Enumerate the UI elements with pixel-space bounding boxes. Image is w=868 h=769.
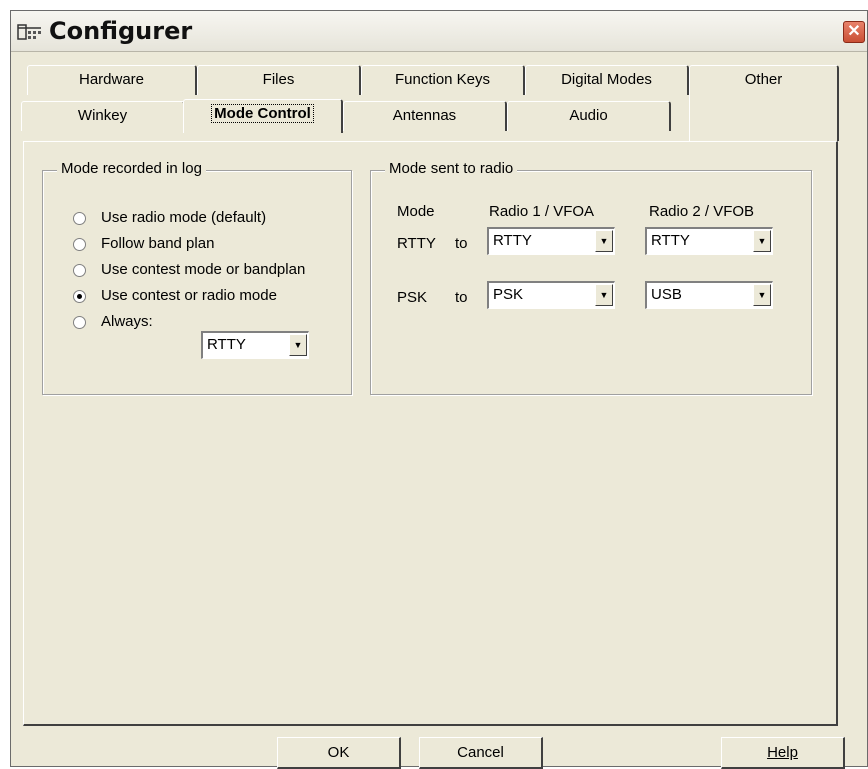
- radio-button[interactable]: [73, 290, 86, 303]
- column-header-radio2: Radio 2 / VFOB: [649, 203, 755, 220]
- tab-mode-control[interactable]: Mode Control: [183, 99, 343, 133]
- chevron-down-icon[interactable]: ▼: [595, 230, 613, 252]
- row-label-rtty: RTTY: [397, 235, 436, 252]
- group-label: Mode recorded in log: [57, 160, 206, 177]
- mode-control-panel: Mode recorded in log Use radio mode (def…: [23, 141, 838, 726]
- tab-function-keys[interactable]: Function Keys: [361, 65, 525, 95]
- tab-audio[interactable]: Audio: [507, 101, 671, 131]
- rtty-radio1-select[interactable]: RTTY ▼: [487, 227, 615, 255]
- select-value: PSK: [493, 286, 524, 303]
- mode-radio-group: Mode sent to radio Mode Radio 1 / VFOA R…: [370, 160, 812, 395]
- tab-files[interactable]: Files: [197, 65, 361, 95]
- tab-digital-modes[interactable]: Digital Modes: [525, 65, 689, 95]
- tab-antennas[interactable]: Antennas: [343, 101, 507, 131]
- row-to-label: to: [455, 289, 468, 306]
- help-button[interactable]: Help: [721, 737, 845, 769]
- button-label: OK: [327, 744, 350, 761]
- tab-label: Digital Modes: [561, 71, 652, 88]
- row-to-label: to: [455, 235, 468, 252]
- close-icon: ✕: [847, 23, 861, 40]
- chevron-down-icon[interactable]: ▼: [289, 334, 307, 356]
- select-value: RTTY: [493, 232, 532, 249]
- select-value: USB: [651, 286, 682, 303]
- tab-label: Other: [744, 71, 783, 88]
- always-mode-select[interactable]: RTTY ▼: [201, 331, 309, 359]
- chevron-down-icon[interactable]: ▼: [753, 230, 771, 252]
- radio-button[interactable]: [73, 264, 86, 277]
- title-bar: Configurer ✕: [11, 11, 867, 52]
- psk-radio1-select[interactable]: PSK ▼: [487, 281, 615, 309]
- radio-label: Use contest mode or bandplan: [101, 261, 306, 278]
- configurer-window: Configurer ✕ Hardware Files Function Key…: [10, 10, 868, 769]
- tab-winkey[interactable]: Winkey: [21, 101, 185, 131]
- tab-label: Audio: [569, 107, 608, 124]
- tab-label: Hardware: [78, 71, 145, 88]
- psk-radio2-select[interactable]: USB ▼: [645, 281, 773, 309]
- button-label: Help: [767, 744, 798, 761]
- column-header-mode: Mode: [397, 203, 435, 220]
- radio-label: Follow band plan: [101, 235, 215, 252]
- select-value: RTTY: [651, 232, 690, 249]
- window-title: Configurer: [49, 17, 193, 45]
- radio-button[interactable]: [73, 212, 86, 225]
- tab-other[interactable]: Other: [689, 65, 839, 141]
- mode-log-group: Mode recorded in log Use radio mode (def…: [42, 160, 352, 395]
- radio-button[interactable]: [73, 316, 86, 329]
- tab-label: Winkey: [77, 107, 128, 124]
- group-label: Mode sent to radio: [385, 160, 518, 177]
- select-value: RTTY: [207, 336, 246, 353]
- tab-label: Mode Control: [211, 104, 314, 123]
- radio-label: Always:: [101, 313, 153, 330]
- button-label: Cancel: [457, 744, 504, 761]
- tab-label: Function Keys: [394, 71, 491, 88]
- radio-button[interactable]: [73, 238, 86, 251]
- tab-hardware[interactable]: Hardware: [27, 65, 197, 95]
- chevron-down-icon[interactable]: ▼: [753, 284, 771, 306]
- close-button[interactable]: ✕: [843, 21, 865, 43]
- column-header-radio1: Radio 1 / VFOA: [489, 203, 595, 220]
- tab-label: Antennas: [392, 107, 457, 124]
- configurer-app-icon: [17, 24, 41, 40]
- ok-button[interactable]: OK: [277, 737, 401, 769]
- radio-label: Use radio mode (default): [101, 209, 267, 226]
- row-label-psk: PSK: [397, 289, 428, 306]
- cancel-button[interactable]: Cancel: [419, 737, 543, 769]
- radio-label: Use contest or radio mode: [101, 287, 277, 304]
- rtty-radio2-select[interactable]: RTTY ▼: [645, 227, 773, 255]
- chevron-down-icon[interactable]: ▼: [595, 284, 613, 306]
- tab-label: Files: [262, 71, 295, 88]
